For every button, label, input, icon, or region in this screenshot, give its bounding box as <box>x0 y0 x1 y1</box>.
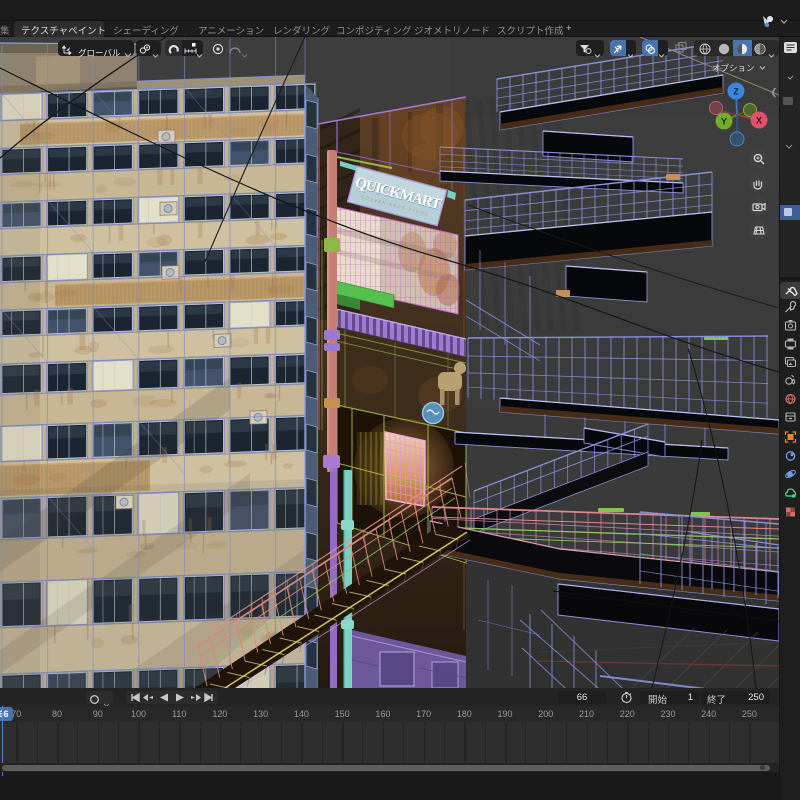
svg-text:X: X <box>756 116 762 126</box>
svg-text:Y: Y <box>721 117 727 127</box>
svg-text:Z: Z <box>733 87 739 97</box>
